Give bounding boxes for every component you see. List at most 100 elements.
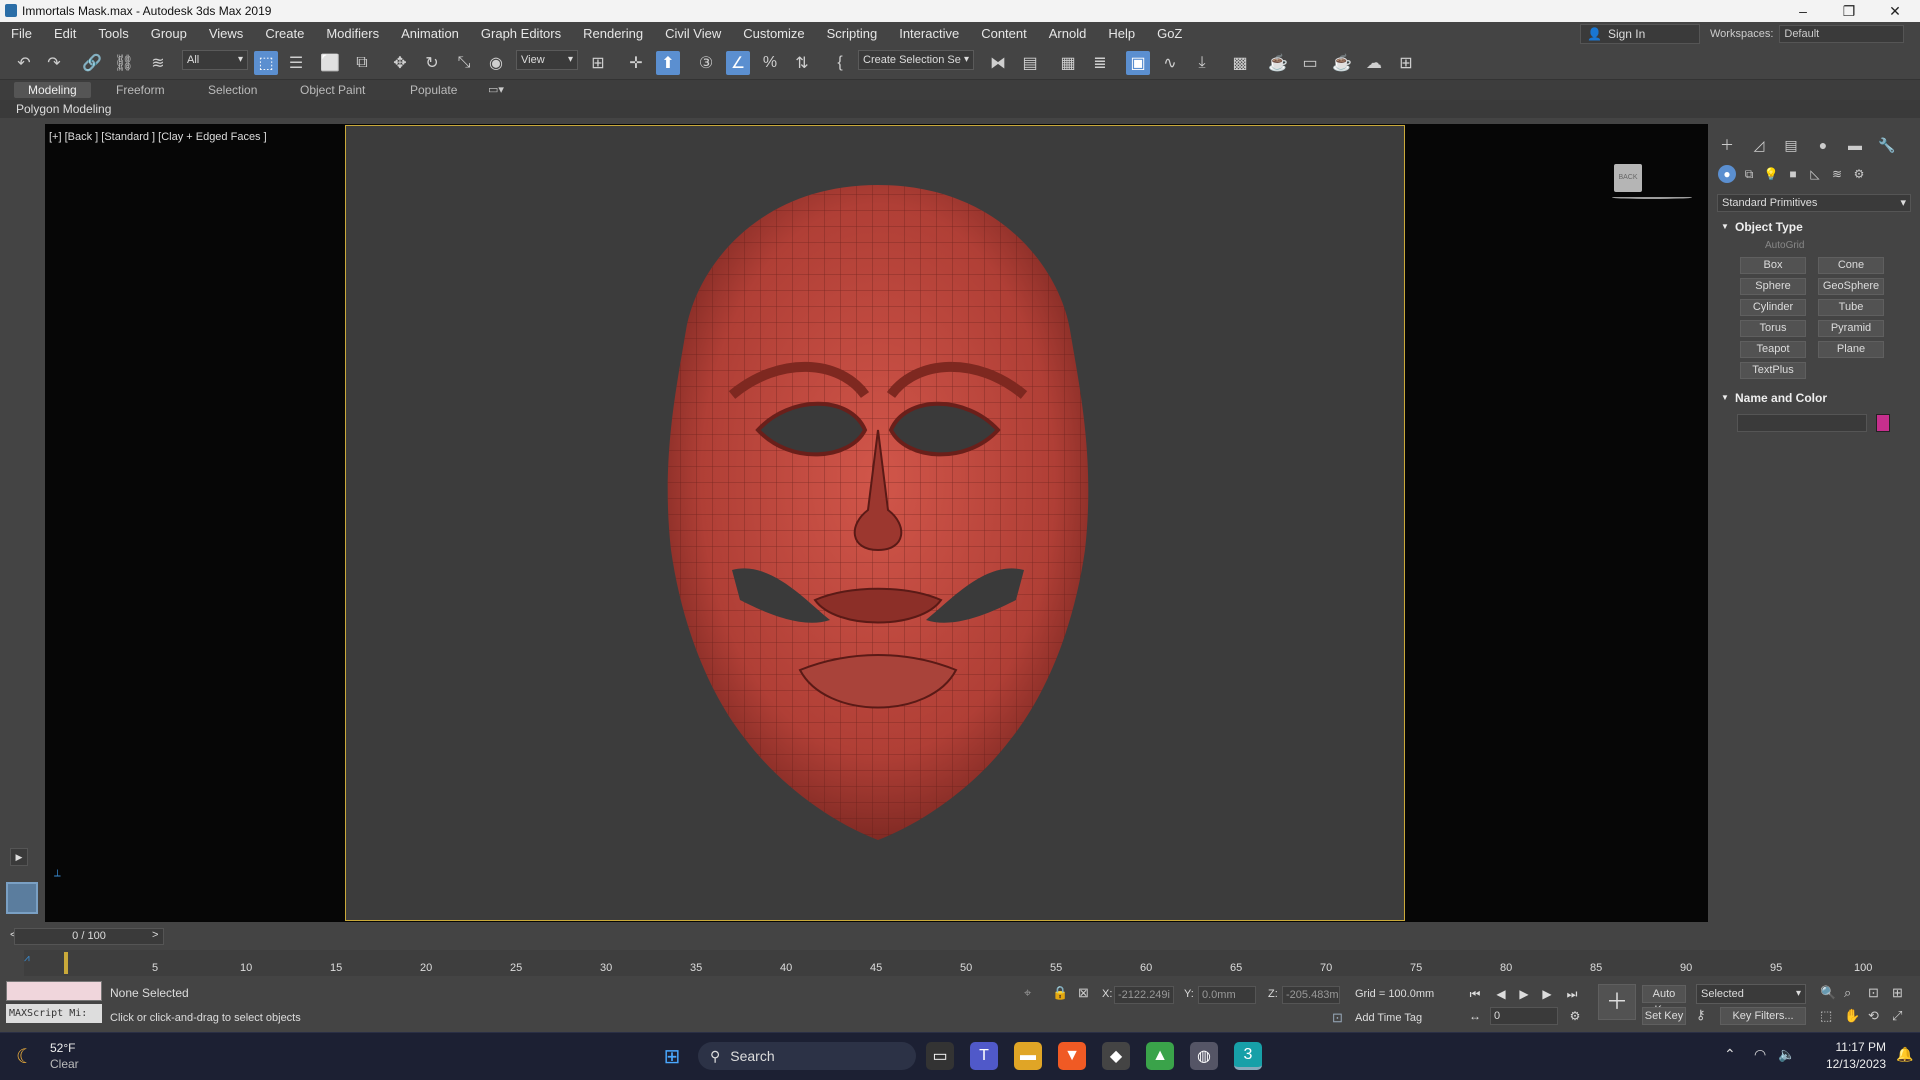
go-to-start-icon[interactable]: ⏮ xyxy=(1466,985,1484,1003)
schematic-view-icon[interactable]: ⤓ xyxy=(1190,51,1214,75)
name-and-color-rollout[interactable]: Name and Color xyxy=(1717,389,1911,407)
show-hidden-icons-icon[interactable]: ⌃ xyxy=(1724,1046,1736,1063)
object-color-swatch[interactable] xyxy=(1876,414,1890,432)
window-crossing-icon[interactable]: ⧉ xyxy=(350,51,374,75)
rotate-icon[interactable]: ↻ xyxy=(420,51,444,75)
taskbar-search[interactable]: ⚲ Search xyxy=(698,1042,916,1070)
unlink-icon[interactable]: ⛓ xyxy=(112,51,136,75)
tab-modeling[interactable]: Modeling xyxy=(14,82,91,98)
object-name-field[interactable] xyxy=(1737,414,1867,432)
cameras-icon[interactable]: ■ xyxy=(1784,165,1802,183)
torus-button[interactable]: Torus xyxy=(1740,320,1806,337)
menu-group[interactable]: Group xyxy=(140,22,198,46)
3ds-max-taskbar-icon[interactable]: 3 xyxy=(1234,1042,1262,1070)
app-icon-generic[interactable]: ◆ xyxy=(1102,1042,1130,1070)
geosphere-button[interactable]: GeoSphere xyxy=(1818,278,1884,295)
mask-model[interactable] xyxy=(360,130,1400,870)
add-time-tag[interactable]: Add Time Tag xyxy=(1355,1012,1422,1024)
lights-icon[interactable]: 💡 xyxy=(1762,165,1780,183)
menu-civil-view[interactable]: Civil View xyxy=(654,22,732,46)
time-slider[interactable]: 0 / 100 xyxy=(14,928,164,945)
zoom-icon[interactable]: 🔍 xyxy=(1820,985,1836,1001)
spinner-snap-icon[interactable]: ⇅ xyxy=(790,51,814,75)
menu-interactive[interactable]: Interactive xyxy=(888,22,970,46)
snaps-toggle-icon[interactable]: ③ xyxy=(694,51,718,75)
viewcube[interactable]: BACK xyxy=(1614,164,1642,192)
helpers-icon[interactable]: ◺ xyxy=(1806,165,1824,183)
placement-icon[interactable]: ◉ xyxy=(484,51,508,75)
z-coordinate-field[interactable]: -205.483m xyxy=(1282,986,1340,1004)
geometry-icon[interactable]: ● xyxy=(1718,165,1736,183)
maxscript-mini-listener[interactable]: MAXScript Mi: xyxy=(6,1004,102,1023)
weather-moon-icon[interactable]: ☾ xyxy=(16,1044,34,1069)
menu-scripting[interactable]: Scripting xyxy=(816,22,889,46)
play-icon[interactable]: ▶ xyxy=(1515,985,1533,1003)
ribbon-toggle-icon[interactable]: ▣ xyxy=(1126,51,1150,75)
clock-date[interactable]: 12/13/2023 xyxy=(1812,1057,1886,1071)
go-to-end-icon[interactable]: ⏭ xyxy=(1563,985,1581,1003)
wifi-icon[interactable]: ◠ xyxy=(1754,1046,1766,1063)
menu-views[interactable]: Views xyxy=(198,22,254,46)
maximize-viewport-icon[interactable]: ⤢ xyxy=(1892,1008,1902,1024)
y-coordinate-field[interactable]: 0.0mm xyxy=(1198,986,1256,1004)
maximize-button[interactable]: ❐ xyxy=(1826,0,1872,22)
systems-icon[interactable]: ⚙ xyxy=(1850,165,1868,183)
pan-view-icon[interactable]: ✋ xyxy=(1844,1008,1860,1024)
layer-explorer-icon[interactable]: ≣ xyxy=(1088,51,1112,75)
isolate-selection-icon[interactable]: ⌖ xyxy=(1024,985,1031,1001)
create-tab-icon[interactable]: ＋ xyxy=(1716,134,1738,156)
menu-file[interactable]: File xyxy=(0,22,43,46)
selection-lock-icon[interactable]: 🔒 xyxy=(1052,985,1068,1001)
polygon-modeling-panel[interactable]: Polygon Modeling xyxy=(16,100,111,118)
menu-rendering[interactable]: Rendering xyxy=(572,22,654,46)
zoom-extents-icon[interactable]: ⊡ xyxy=(1868,985,1879,1001)
material-editor-icon[interactable]: ▩ xyxy=(1228,51,1252,75)
tab-freeform[interactable]: Freeform xyxy=(102,82,179,98)
render-production-icon[interactable]: ☕ xyxy=(1330,51,1354,75)
shapes-icon[interactable]: ⧉ xyxy=(1740,165,1758,183)
curve-editor-mini-icon[interactable]: ⩘ xyxy=(24,953,30,964)
task-view-icon[interactable]: ▭ xyxy=(926,1042,954,1070)
menu-create[interactable]: Create xyxy=(254,22,315,46)
move-icon[interactable]: ✥ xyxy=(388,51,412,75)
select-object-icon[interactable]: ⬚ xyxy=(254,51,278,75)
auto-key-button[interactable]: Auto Key xyxy=(1642,985,1686,1016)
scene-explorer-icon[interactable]: ▦ xyxy=(1056,51,1080,75)
display-tab-icon[interactable]: ▬ xyxy=(1844,134,1866,156)
named-selection-sets-dropdown[interactable]: Create Selection Se xyxy=(858,50,974,70)
sign-in-button[interactable]: 👤 Sign In xyxy=(1580,24,1700,44)
redo-icon[interactable]: ↷ xyxy=(42,51,66,75)
field-of-view-icon[interactable]: ⬚ xyxy=(1820,1008,1832,1024)
set-key-large-button[interactable]: ＋ xyxy=(1598,984,1636,1020)
key-filters-button[interactable]: Key Filters... xyxy=(1720,1007,1806,1025)
key-mode-icon[interactable]: ⚷ xyxy=(1696,1007,1706,1023)
ribbon-options-icon[interactable]: ▭▾ xyxy=(488,83,504,96)
autogrid-checkbox[interactable]: AutoGrid xyxy=(1765,240,1804,251)
next-frame-icon[interactable]: ▶ xyxy=(1538,985,1556,1003)
weather-condition[interactable]: Clear xyxy=(50,1057,79,1071)
render-setup-icon[interactable]: ☕ xyxy=(1266,51,1290,75)
render-in-cloud-icon[interactable]: ☁ xyxy=(1362,51,1386,75)
box-button[interactable]: Box xyxy=(1740,257,1806,274)
tube-button[interactable]: Tube xyxy=(1818,299,1884,316)
reference-coordinate-dropdown[interactable]: View xyxy=(516,50,578,70)
file-explorer-icon[interactable]: ▬ xyxy=(1014,1042,1042,1070)
teams-icon[interactable]: T xyxy=(970,1042,998,1070)
time-config-toggle-icon[interactable]: ↔ xyxy=(1466,1007,1484,1025)
textplus-button[interactable]: TextPlus xyxy=(1740,362,1806,379)
app-icon-green[interactable]: ▲ xyxy=(1146,1042,1174,1070)
viewport-label[interactable]: [+] [Back ] [Standard ] [Clay + Edged Fa… xyxy=(49,131,267,143)
weather-temperature[interactable]: 52°F xyxy=(50,1041,75,1055)
minimize-button[interactable]: – xyxy=(1780,0,1826,22)
primitive-category-dropdown[interactable]: Standard Primitives xyxy=(1717,194,1911,212)
absolute-mode-icon[interactable]: ⊠ xyxy=(1078,985,1089,1001)
selection-filter-dropdown[interactable]: All xyxy=(182,50,248,70)
volume-icon[interactable]: 🔈 xyxy=(1778,1046,1795,1063)
teapot-button[interactable]: Teapot xyxy=(1740,341,1806,358)
previous-frame-icon[interactable]: ◀ xyxy=(1492,985,1510,1003)
menu-tools[interactable]: Tools xyxy=(87,22,139,46)
notification-bell-icon[interactable]: 🔔 xyxy=(1896,1046,1913,1063)
cone-button[interactable]: Cone xyxy=(1818,257,1884,274)
selected-keys-dropdown[interactable]: Selected xyxy=(1696,984,1806,1004)
time-configuration-icon[interactable]: ⚙ xyxy=(1566,1007,1584,1025)
